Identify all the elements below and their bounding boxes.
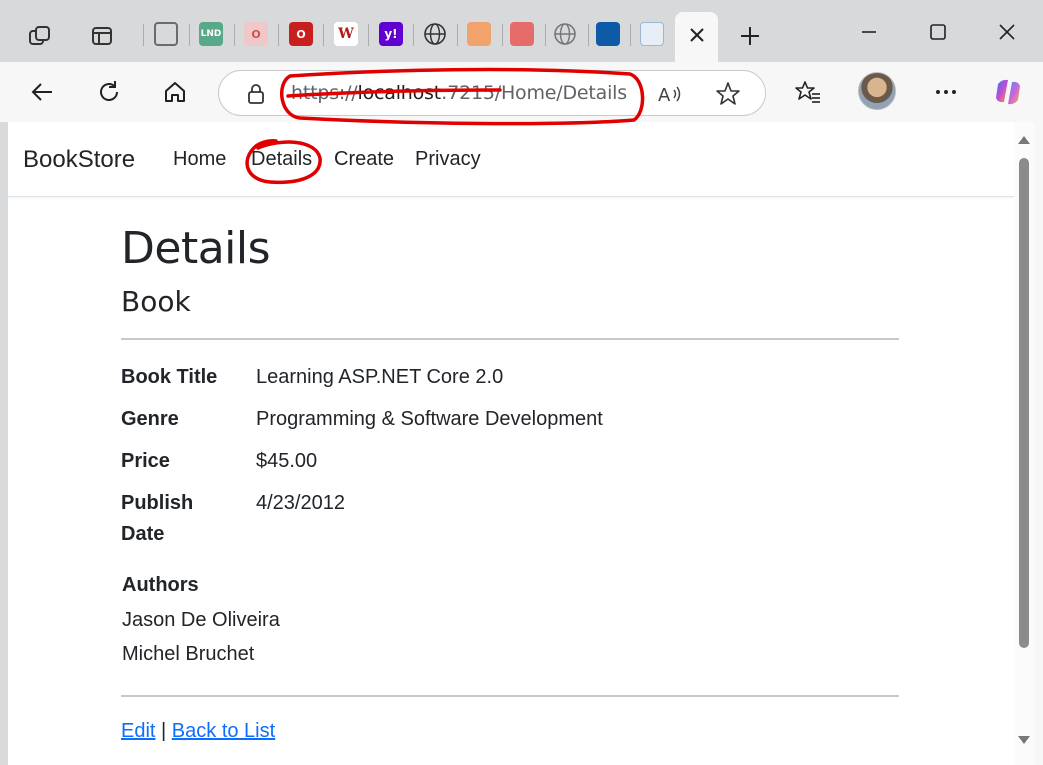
field-label-genre: Genre [121, 408, 179, 430]
scrollbar[interactable] [1014, 122, 1035, 765]
tab-favicon-yahoo[interactable]: y! [379, 22, 403, 46]
tab-strip: LND O O W y! [0, 0, 1043, 64]
tab-separator [234, 24, 235, 46]
tab-separator [278, 24, 279, 46]
window-close-icon[interactable] [987, 16, 1027, 48]
tab-favicon-orange[interactable] [467, 22, 491, 46]
scroll-down-arrow[interactable] [1018, 736, 1030, 744]
tab-favicon-workspace[interactable] [154, 22, 178, 46]
tab-separator [323, 24, 324, 46]
workspaces-icon[interactable] [24, 20, 56, 52]
nav-link-privacy[interactable]: Privacy [415, 148, 481, 171]
globe-icon [424, 23, 446, 45]
tab-separator [588, 24, 589, 46]
link-separator: | [161, 720, 167, 742]
tab-separator [630, 24, 631, 46]
url-scheme: https:// [291, 82, 358, 104]
copilot-icon[interactable] [990, 74, 1026, 110]
tab-favicon-blue[interactable] [596, 22, 620, 46]
tab-favicon-w-text: W [338, 26, 354, 42]
tab-separator [143, 24, 144, 46]
read-aloud-icon[interactable]: A [657, 82, 683, 111]
tab-favicon-yahoo-text: y! [384, 27, 398, 41]
close-icon[interactable] [686, 24, 708, 46]
tab-separator [189, 24, 190, 46]
tab-separator [502, 24, 503, 46]
home-icon[interactable] [157, 74, 193, 110]
author-item: Michel Bruchet [122, 643, 255, 665]
action-links: Edit | Back to List [121, 720, 275, 743]
minimize-icon[interactable] [849, 16, 889, 48]
url-text[interactable]: https://localhost:7215/Home/Details [291, 82, 627, 104]
window-edge [1035, 62, 1043, 765]
site-navbar: BookStore Home Details Create Privacy [8, 122, 1014, 197]
field-label-book-title: Book Title [121, 366, 218, 388]
url-path: :7215/Home/Details [441, 82, 627, 104]
field-value-publish-date: 4/23/2012 [256, 492, 345, 514]
tab-separator [545, 24, 546, 46]
field-value-genre: Programming & Software Development [256, 408, 603, 430]
section-title: Book [121, 285, 191, 318]
tab-favicon-doc[interactable] [640, 22, 664, 46]
new-tab-icon[interactable] [734, 20, 766, 52]
tab-separator [413, 24, 414, 46]
avatar[interactable] [858, 72, 896, 110]
refresh-icon[interactable] [91, 74, 127, 110]
url-host: localhost [357, 82, 442, 104]
page-viewport: BookStore Home Details Create Privacy De… [8, 122, 1014, 765]
back-to-list-link[interactable]: Back to List [172, 720, 275, 742]
back-icon[interactable] [24, 74, 60, 110]
tab-favicon-opera-2-text: O [296, 27, 306, 41]
field-value-price: $45.00 [256, 450, 318, 472]
field-label-price: Price [121, 450, 170, 472]
browser-toolbar: https://localhost:7215/Home/Details A [0, 62, 1043, 122]
tab-favicon-lnd-text: LND [200, 29, 222, 39]
field-value-book-title: Learning ASP.NET Core 2.0 [256, 366, 504, 388]
author-item: Jason De Oliveira [122, 609, 280, 631]
page-title: Details [121, 223, 271, 274]
divider [121, 695, 899, 697]
field-label-publish-date: Publish Date [121, 492, 194, 545]
globe-icon [554, 23, 576, 45]
tab-favicon-lnd[interactable]: LND [199, 22, 223, 46]
maximize-icon[interactable] [918, 16, 958, 48]
edit-link[interactable]: Edit [121, 720, 155, 742]
scroll-up-arrow[interactable] [1018, 136, 1030, 144]
tab-favicon-globe-1[interactable] [423, 22, 447, 46]
brand-link[interactable]: BookStore [23, 146, 135, 174]
nav-link-home[interactable]: Home [173, 148, 226, 171]
tab-favicon-red[interactable] [510, 22, 534, 46]
lock-icon[interactable] [245, 82, 267, 111]
tab-separator [457, 24, 458, 46]
nav-link-details[interactable]: Details [251, 148, 312, 171]
favorites-icon[interactable] [790, 74, 826, 110]
divider [121, 338, 899, 340]
tab-favicon-opera-1[interactable]: O [244, 22, 268, 46]
scroll-thumb[interactable] [1019, 158, 1029, 648]
svg-text:A: A [658, 85, 671, 106]
tab-favicon-opera-1-text: O [251, 27, 261, 41]
address-bar[interactable]: https://localhost:7215/Home/Details A [218, 70, 766, 116]
tab-actions-icon[interactable] [86, 20, 118, 52]
nav-link-create[interactable]: Create [334, 148, 394, 171]
tab-favicon-w[interactable]: W [334, 22, 358, 46]
authors-heading: Authors [122, 574, 199, 596]
more-icon[interactable] [928, 74, 964, 110]
tab-favicon-opera-2[interactable]: O [289, 22, 313, 46]
tab-separator [368, 24, 369, 46]
tab-favicon-globe-2[interactable] [553, 22, 577, 46]
active-tab[interactable] [675, 12, 718, 64]
favorite-icon[interactable] [715, 81, 741, 112]
